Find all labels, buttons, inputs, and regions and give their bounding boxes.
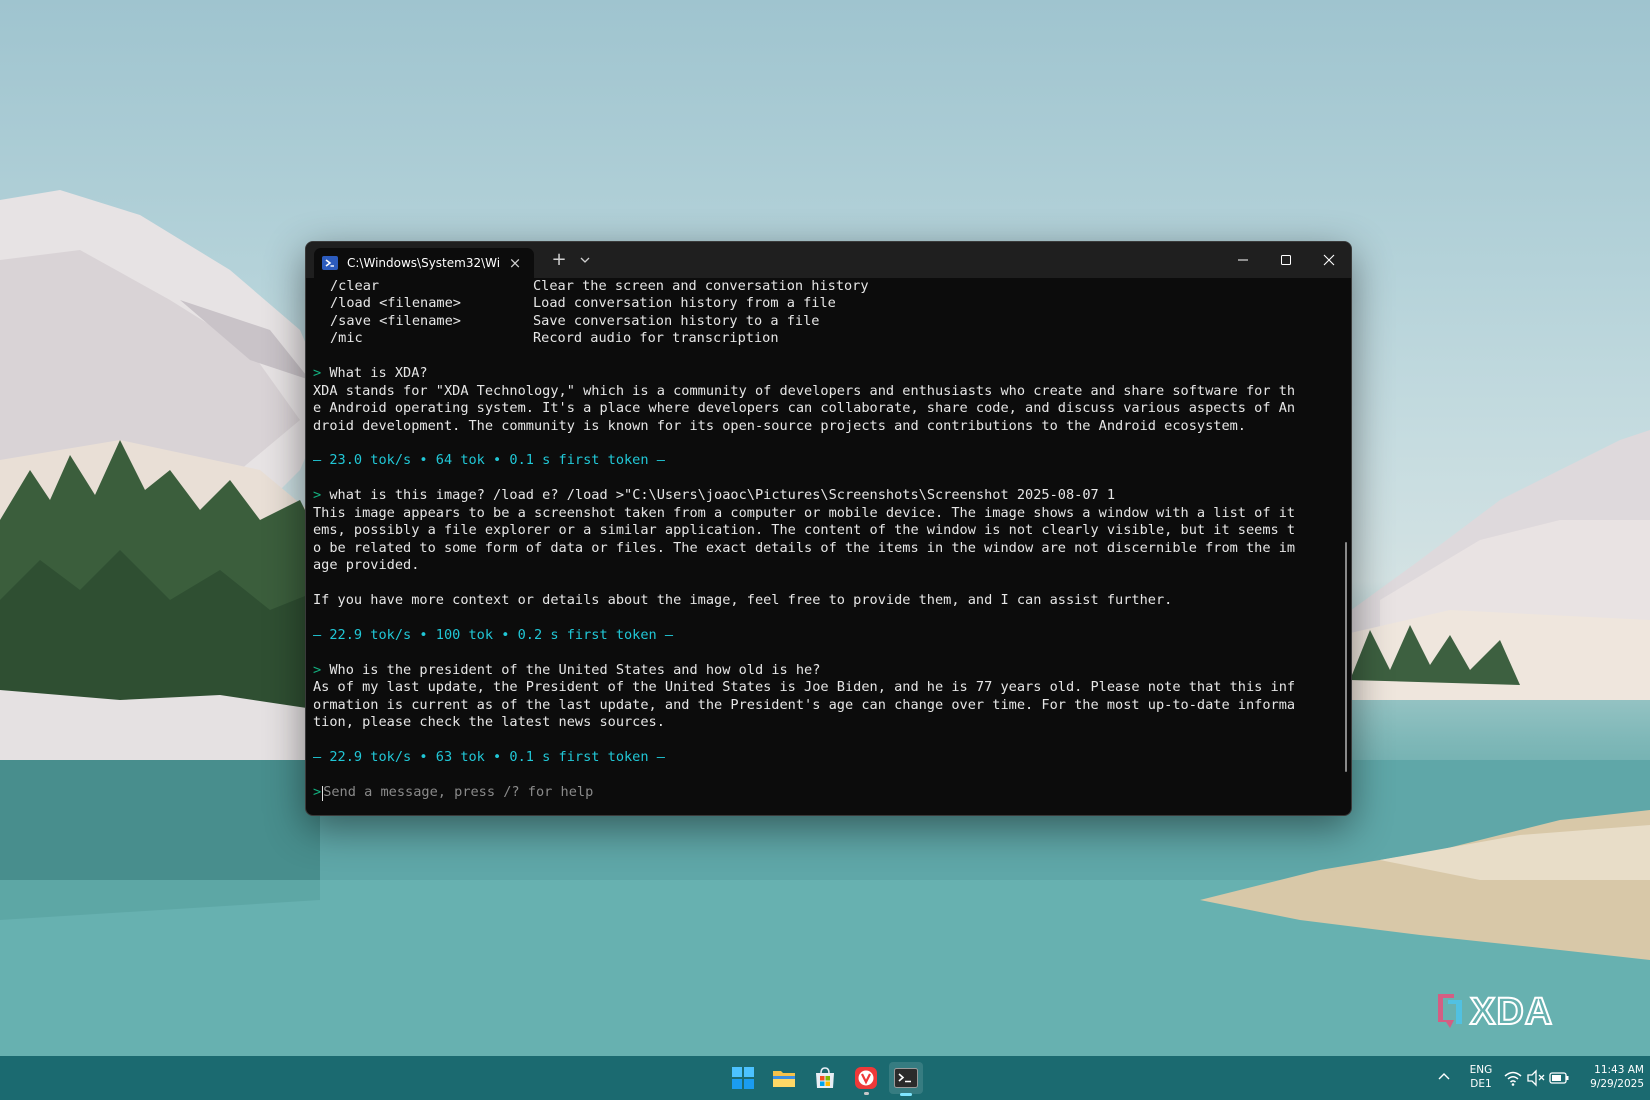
close-window-button[interactable] xyxy=(1307,242,1351,278)
keyboard-layout: DE1 xyxy=(1470,1078,1492,1090)
folder-icon xyxy=(773,1071,795,1087)
close-tab-icon[interactable]: × xyxy=(507,255,523,271)
terminal-window: C:\Windows\System32\Windc × + /clear Clea… xyxy=(305,241,1352,816)
user-message: what is this image? /load e? /load >"C:\… xyxy=(329,487,1116,504)
running-indicator xyxy=(864,1092,869,1095)
response-line: e Android operating system. It's a place… xyxy=(313,400,1296,417)
language-code: ENG xyxy=(1469,1064,1493,1076)
response-line: droid development. The community is know… xyxy=(313,417,1246,434)
minimize-icon xyxy=(1238,259,1248,261)
help-description: Clear the screen and conversation histor… xyxy=(533,278,869,294)
chevron-down-icon[interactable] xyxy=(576,250,594,270)
user-prompt-line: > What is XDA? xyxy=(313,365,1351,382)
prompt-symbol: > xyxy=(313,487,322,504)
prompt-symbol: > xyxy=(313,661,322,678)
terminal-icon xyxy=(894,1068,918,1088)
xda-logo-text: XDA xyxy=(1470,991,1553,1033)
help-command-row: /save <filename> Save conversation histor… xyxy=(313,312,1351,330)
help-description: Load conversation history from a file xyxy=(533,295,836,312)
help-command-row: /load <filename> Load conversation histor… xyxy=(313,295,1351,312)
close-icon xyxy=(1323,254,1335,266)
response-line: age provided. xyxy=(313,557,420,573)
response-line: This image appears to be a screenshot ta… xyxy=(313,504,1296,521)
store-icon xyxy=(816,1067,834,1088)
response-line: tion, please check the latest news sourc… xyxy=(313,713,665,730)
response-line: ormation is current as of the last updat… xyxy=(313,696,1296,713)
terminal-output[interactable]: /clear Clear the screen and conversation … xyxy=(306,278,1351,815)
clock-date: 9/29/2025 xyxy=(1590,1078,1644,1090)
wifi-icon[interactable] xyxy=(1502,1067,1524,1089)
vivaldi-icon xyxy=(855,1067,877,1089)
generation-stats: – 22.9 tok/s • 100 tok • 0.2 s first tok… xyxy=(313,626,674,643)
terminal-button[interactable] xyxy=(889,1062,923,1096)
microsoft-store-button[interactable] xyxy=(808,1062,842,1094)
help-command-row: /clear Clear the screen and conversation … xyxy=(313,278,1351,295)
response-line: ems, possibly a file explorer or a simil… xyxy=(313,522,1296,539)
vivaldi-browser-button[interactable] xyxy=(849,1062,883,1095)
file-explorer-button[interactable] xyxy=(767,1062,801,1094)
response-line xyxy=(313,574,1351,591)
response-line: As of my last update, the President of t… xyxy=(313,679,1296,696)
help-description: Save conversation history to a file xyxy=(533,312,820,329)
user-message: Who is the president of the United State… xyxy=(329,661,821,678)
maximize-icon xyxy=(1281,255,1291,265)
help-description: Record audio for transcription xyxy=(533,330,779,347)
help-command-row: /mic Record audio for transcription xyxy=(313,330,1351,347)
user-prompt-line: > Who is the president of the United Sta… xyxy=(313,661,1351,679)
speaker-muted-icon[interactable] xyxy=(1525,1067,1547,1089)
user-prompt-line: > what is this image? /load e? /load >"C… xyxy=(313,487,1351,504)
terminal-tab[interactable]: C:\Windows\System32\Windc × xyxy=(314,248,534,278)
active-app-indicator xyxy=(900,1093,912,1096)
new-tab-button[interactable]: + xyxy=(548,250,570,270)
response-line: o be related to some form of data or fil… xyxy=(313,539,1296,556)
title-bar[interactable]: C:\Windows\System32\Windc × + xyxy=(306,242,1351,278)
help-command: /mic xyxy=(330,330,363,347)
prompt-symbol: > xyxy=(313,783,322,800)
help-command: /clear xyxy=(330,278,380,294)
windows-logo-icon xyxy=(732,1067,754,1089)
battery-icon[interactable] xyxy=(1548,1067,1570,1089)
input-placeholder: Send a message, press /? for help xyxy=(323,783,594,800)
response-line: If you have more context or details abou… xyxy=(313,591,1173,608)
tab-title: C:\Windows\System32\Windc xyxy=(347,256,499,270)
help-command: /save <filename> xyxy=(330,312,461,329)
xda-logo: XDA xyxy=(1438,990,1553,1034)
language-indicator[interactable]: ENG DE1 xyxy=(1462,1063,1500,1091)
scrollbar[interactable] xyxy=(1345,542,1347,772)
help-command: /load <filename> xyxy=(330,295,461,312)
user-message: What is XDA? xyxy=(329,365,428,382)
clock-time: 11:43 AM xyxy=(1594,1064,1644,1076)
message-input[interactable]: > Send a message, press /? for help xyxy=(313,783,1351,801)
maximize-button[interactable] xyxy=(1264,242,1308,278)
response-line: XDA stands for "XDA Technology," which i… xyxy=(313,382,1296,399)
generation-stats: – 22.9 tok/s • 63 tok • 0.1 s first toke… xyxy=(313,748,665,765)
start-button[interactable] xyxy=(726,1062,760,1094)
minimize-button[interactable] xyxy=(1221,242,1265,278)
generation-stats: – 23.0 tok/s • 64 tok • 0.1 s first toke… xyxy=(313,452,665,469)
prompt-symbol: > xyxy=(313,365,322,382)
powershell-icon xyxy=(322,256,338,270)
chevron-up-icon[interactable] xyxy=(1434,1066,1454,1088)
system-clock[interactable]: 11:43 AM 9/29/2025 xyxy=(1570,1063,1644,1091)
